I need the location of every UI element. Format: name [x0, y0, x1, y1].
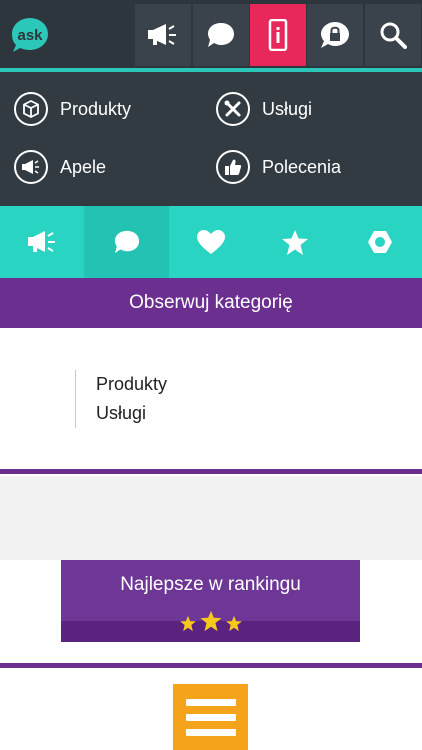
megaphone-icon: [148, 24, 176, 45]
top-lock-button[interactable]: [307, 4, 363, 66]
ranking-title: Najlepsze w rankingu: [120, 574, 301, 595]
megaphone-icon: [28, 231, 56, 252]
menu-item-label: Apele: [60, 156, 107, 177]
menu-item-label: Produkty: [60, 98, 132, 119]
section-divider: [0, 469, 422, 474]
hamburger-icon: [185, 698, 236, 706]
hexagon-nut-icon: [367, 231, 392, 253]
heart-icon: [197, 230, 226, 254]
section-divider: [0, 663, 422, 668]
menu-item-label: Polecenia: [262, 156, 342, 177]
menu-item-apele[interactable]: Apele: [14, 147, 106, 187]
main-menu: Produkty Usługi Apele Polecenia: [0, 72, 422, 206]
star-icon: [199, 610, 222, 632]
follow-category-button[interactable]: Obserwuj kategorię: [0, 278, 422, 328]
hamburger-icon: [185, 728, 236, 736]
megaphone-icon: [14, 150, 48, 184]
top-megaphone-button[interactable]: [135, 4, 191, 66]
box-icon: [14, 92, 48, 126]
ranking-box[interactable]: Najlepsze w rankingu: [61, 560, 360, 642]
menu-item-uslugi[interactable]: Usługi: [216, 89, 312, 129]
tab-starred[interactable]: [253, 206, 337, 278]
top-search-button[interactable]: [365, 4, 421, 66]
star-icon: [179, 615, 196, 632]
thumbs-up-icon: [216, 150, 250, 184]
mobile-phone-icon: [268, 19, 288, 51]
top-bar: ask: [0, 0, 422, 68]
list-item[interactable]: Produkty: [96, 370, 167, 399]
top-chat-button[interactable]: [193, 4, 249, 66]
hamburger-icon: [185, 713, 236, 721]
logo-text: ask: [17, 27, 43, 44]
menu-item-polecenia[interactable]: Polecenia: [216, 147, 341, 187]
tab-comments[interactable]: [84, 206, 169, 278]
star-icon: [225, 615, 242, 632]
lock-bubble-icon: [321, 22, 349, 48]
category-tabs: [0, 206, 422, 278]
follow-category-label: Obserwuj kategorię: [129, 292, 293, 313]
top-mobile-button[interactable]: [250, 4, 306, 66]
star-icon: [282, 229, 309, 255]
menu-item-produkty[interactable]: Produkty: [14, 89, 131, 129]
tab-settings[interactable]: [338, 206, 422, 278]
tab-announcements[interactable]: [0, 206, 84, 278]
search-icon: [380, 22, 407, 49]
menu-toggle-button[interactable]: [173, 684, 248, 750]
chat-bubble-icon: [208, 23, 234, 47]
list-item[interactable]: Usługi: [96, 399, 167, 428]
tools-icon: [216, 92, 250, 126]
menu-item-label: Usługi: [262, 98, 313, 119]
followed-categories-list: Produkty Usługi: [75, 370, 167, 428]
tab-favorites[interactable]: [169, 206, 253, 278]
chat-bubble-icon: [114, 230, 139, 254]
ranking-stars: [179, 610, 242, 632]
ask-logo[interactable]: ask: [10, 15, 50, 55]
content-placeholder: [0, 476, 422, 560]
